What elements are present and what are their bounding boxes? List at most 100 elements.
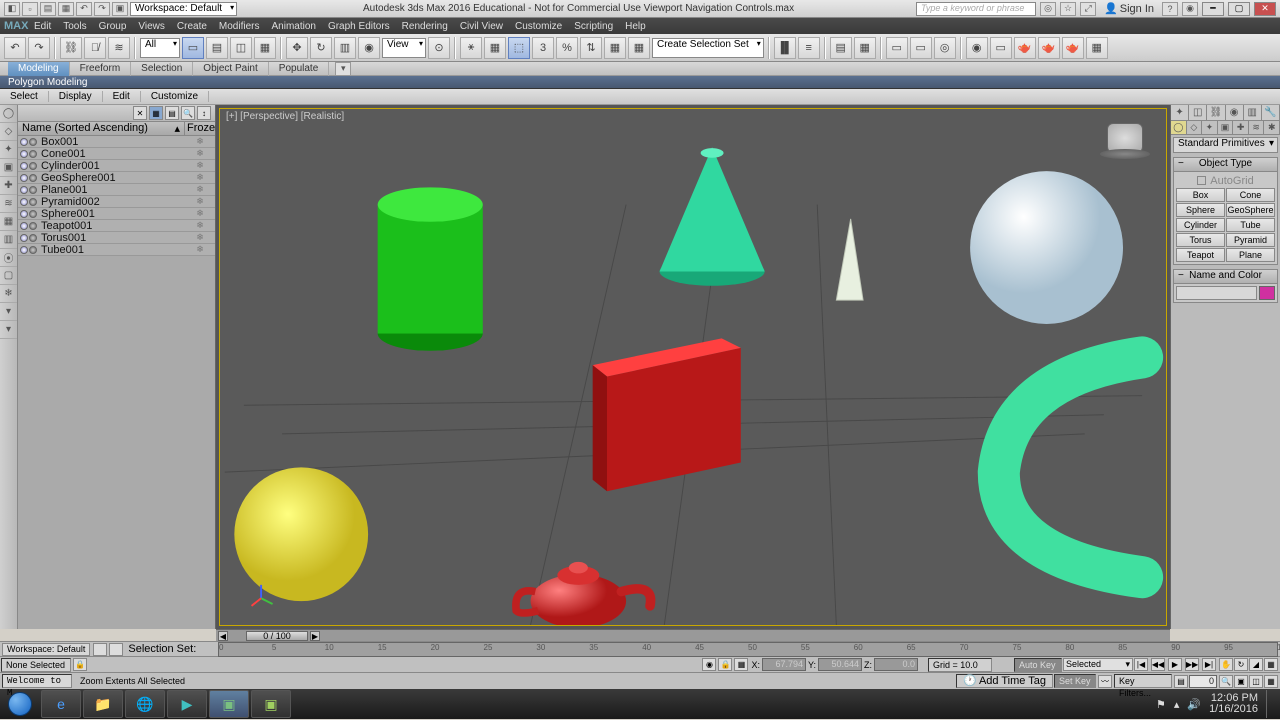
render-iterative-button[interactable]: 🫖 (1038, 37, 1060, 59)
time-slider[interactable]: ◀ 0 / 100 ▶ (216, 629, 1170, 641)
select-object-button[interactable]: ▭ (182, 37, 204, 59)
window-maximize-button[interactable]: ▢ (1228, 2, 1250, 16)
isolate-icon[interactable]: ◉ (702, 658, 716, 671)
cmd-tab-display-icon[interactable]: ▥ (1244, 105, 1262, 120)
viewport[interactable]: [+] [Perspective] [Realistic] (216, 105, 1170, 629)
menu-customize[interactable]: Customize (509, 21, 568, 32)
next-frame-button[interactable]: ▶ (310, 631, 320, 641)
freeze-toggle[interactable]: ❄ (185, 172, 215, 183)
visibility-icon[interactable] (20, 198, 28, 206)
filter-spacewarps-icon[interactable]: ≋ (0, 195, 17, 213)
menu-scripting[interactable]: Scripting (568, 21, 619, 32)
create-teapot-button[interactable]: Teapot (1176, 248, 1225, 262)
task-explorer-icon[interactable]: 📁 (83, 690, 123, 718)
infocenter-icon[interactable]: ◎ (1040, 2, 1056, 16)
task-app1-icon[interactable]: ▶ (167, 690, 207, 718)
freeze-toggle[interactable]: ❄ (185, 148, 215, 159)
scene-close-icon[interactable]: ✕ (133, 106, 147, 120)
task-app2-icon[interactable]: ▣ (251, 690, 291, 718)
visibility-icon[interactable] (20, 174, 28, 182)
scene-row[interactable]: Cone001❄ (18, 148, 215, 160)
freeze-toggle[interactable]: ❄ (185, 220, 215, 231)
ribbon-tab-populate[interactable]: Populate (269, 62, 329, 76)
scene-sort-icon[interactable]: ▦ (149, 106, 163, 120)
object-sphere[interactable] (970, 171, 1123, 324)
manipulate-button[interactable]: ⚹ (460, 37, 482, 59)
current-frame-input[interactable]: 0 (1189, 675, 1217, 688)
object-pyramid[interactable] (836, 219, 863, 300)
visibility-icon[interactable] (20, 138, 28, 146)
render-frame-button[interactable]: ▭ (990, 37, 1012, 59)
select-scale-button[interactable]: ▥ (334, 37, 356, 59)
create-shapes-icon[interactable]: ◇ (1187, 121, 1203, 134)
filter-containers-icon[interactable]: ▢ (0, 267, 17, 285)
scene-row[interactable]: Torus001❄ (18, 232, 215, 244)
updates-icon[interactable]: ◉ (1182, 2, 1198, 16)
category-dropdown[interactable]: Standard Primitives (1173, 137, 1278, 153)
task-3dsmax-icon[interactable]: ▣ (209, 690, 249, 718)
freeze-toggle[interactable]: ❄ (185, 196, 215, 207)
redo-button[interactable]: ↷ (28, 37, 50, 59)
abs-transform-icon[interactable]: ▦ (734, 658, 748, 671)
object-torus[interactable] (999, 357, 1142, 577)
open-autodesk-button[interactable]: ▦ (1086, 37, 1108, 59)
create-spacewarps-icon[interactable]: ≋ (1249, 121, 1265, 134)
scene-row[interactable]: Pyramid002❄ (18, 196, 215, 208)
sign-in-button[interactable]: 👤Sign In (1100, 2, 1158, 15)
menu-civil-view[interactable]: Civil View (454, 21, 509, 32)
freeze-toggle[interactable]: ❄ (185, 232, 215, 243)
y-coord-input[interactable]: 50.644 (818, 658, 862, 671)
task-ie-icon[interactable]: e (41, 690, 81, 718)
time-config-icon[interactable]: ▤ (1174, 675, 1188, 688)
filter-groups-icon[interactable]: ▦ (0, 213, 17, 231)
filter-shapes-icon[interactable]: ◇ (0, 123, 17, 141)
rollout-object-type[interactable]: Object Type (1174, 158, 1277, 172)
render-button[interactable]: 🫖 (1014, 37, 1036, 59)
scene-row[interactable]: Tube001❄ (18, 244, 215, 256)
cmd-tab-hierarchy-icon[interactable]: ⛓ (1207, 105, 1225, 120)
object-geosphere[interactable] (234, 467, 368, 601)
cmd-tab-modify-icon[interactable]: ◫ (1189, 105, 1207, 120)
new-icon[interactable]: ▫ (22, 2, 38, 16)
star-icon[interactable]: ☆ (1060, 2, 1076, 16)
create-plane-button[interactable]: Plane (1226, 248, 1275, 262)
system-clock[interactable]: 12:06 PM 1/16/2016 (1209, 693, 1258, 715)
create-box-button[interactable]: Box (1176, 188, 1225, 202)
create-geometry-icon[interactable]: ◯ (1171, 121, 1187, 134)
column-name-header[interactable]: Name (Sorted Ascending) ▴ (18, 122, 185, 135)
key-mode-dropdown[interactable]: Selected (1063, 658, 1133, 671)
x-coord-input[interactable]: 67.794 (762, 658, 806, 671)
orbit-view-button[interactable]: ↻ (1234, 658, 1248, 671)
visibility-icon[interactable] (20, 186, 28, 194)
scene-sync-icon[interactable]: ↕ (197, 106, 211, 120)
visibility-icon[interactable] (20, 246, 28, 254)
menu-edit[interactable]: Edit (28, 21, 57, 32)
filter-frozen-icon[interactable]: ❄ (0, 285, 17, 303)
help-search-input[interactable]: Type a keyword or phrase (916, 2, 1036, 16)
render-online-button[interactable]: 🫖 (1062, 37, 1084, 59)
freeze-toggle[interactable]: ❄ (185, 244, 215, 255)
object-teapot[interactable] (516, 562, 651, 625)
cmd-tab-motion-icon[interactable]: ◉ (1226, 105, 1244, 120)
rollout-name-color[interactable]: Name and Color (1174, 270, 1277, 284)
help-icon[interactable]: ? (1162, 2, 1178, 16)
show-desktop-button[interactable] (1266, 690, 1274, 718)
menu-rendering[interactable]: Rendering (396, 21, 454, 32)
zoom-all-button[interactable]: ▦ (1264, 658, 1278, 671)
scene-row[interactable]: GeoSphere001❄ (18, 172, 215, 184)
spinner-snap-button[interactable]: ⇅ (580, 37, 602, 59)
undo-button[interactable]: ↶ (4, 37, 26, 59)
create-sphere-button[interactable]: Sphere (1176, 203, 1225, 217)
zoom-button[interactable]: 🔍 (1219, 675, 1233, 688)
time-scrubber[interactable]: 0 / 100 (246, 631, 308, 641)
render-setup-button[interactable]: ◉ (966, 37, 988, 59)
cmd-tab-utilities-icon[interactable]: 🔧 (1262, 105, 1280, 120)
menu-tools[interactable]: Tools (57, 21, 92, 32)
select-move-button[interactable]: ✥ (286, 37, 308, 59)
snap-toggle-button[interactable]: ⬚ (508, 37, 530, 59)
scene-explorer-list[interactable]: Box001❄Cone001❄Cylinder001❄GeoSphere001❄… (18, 136, 215, 629)
zoom-region-button[interactable]: ◫ (1249, 675, 1263, 688)
tray-up-icon[interactable]: ▴ (1174, 698, 1180, 711)
material-editor-button[interactable]: ◎ (934, 37, 956, 59)
select-rotate-button[interactable]: ↻ (310, 37, 332, 59)
